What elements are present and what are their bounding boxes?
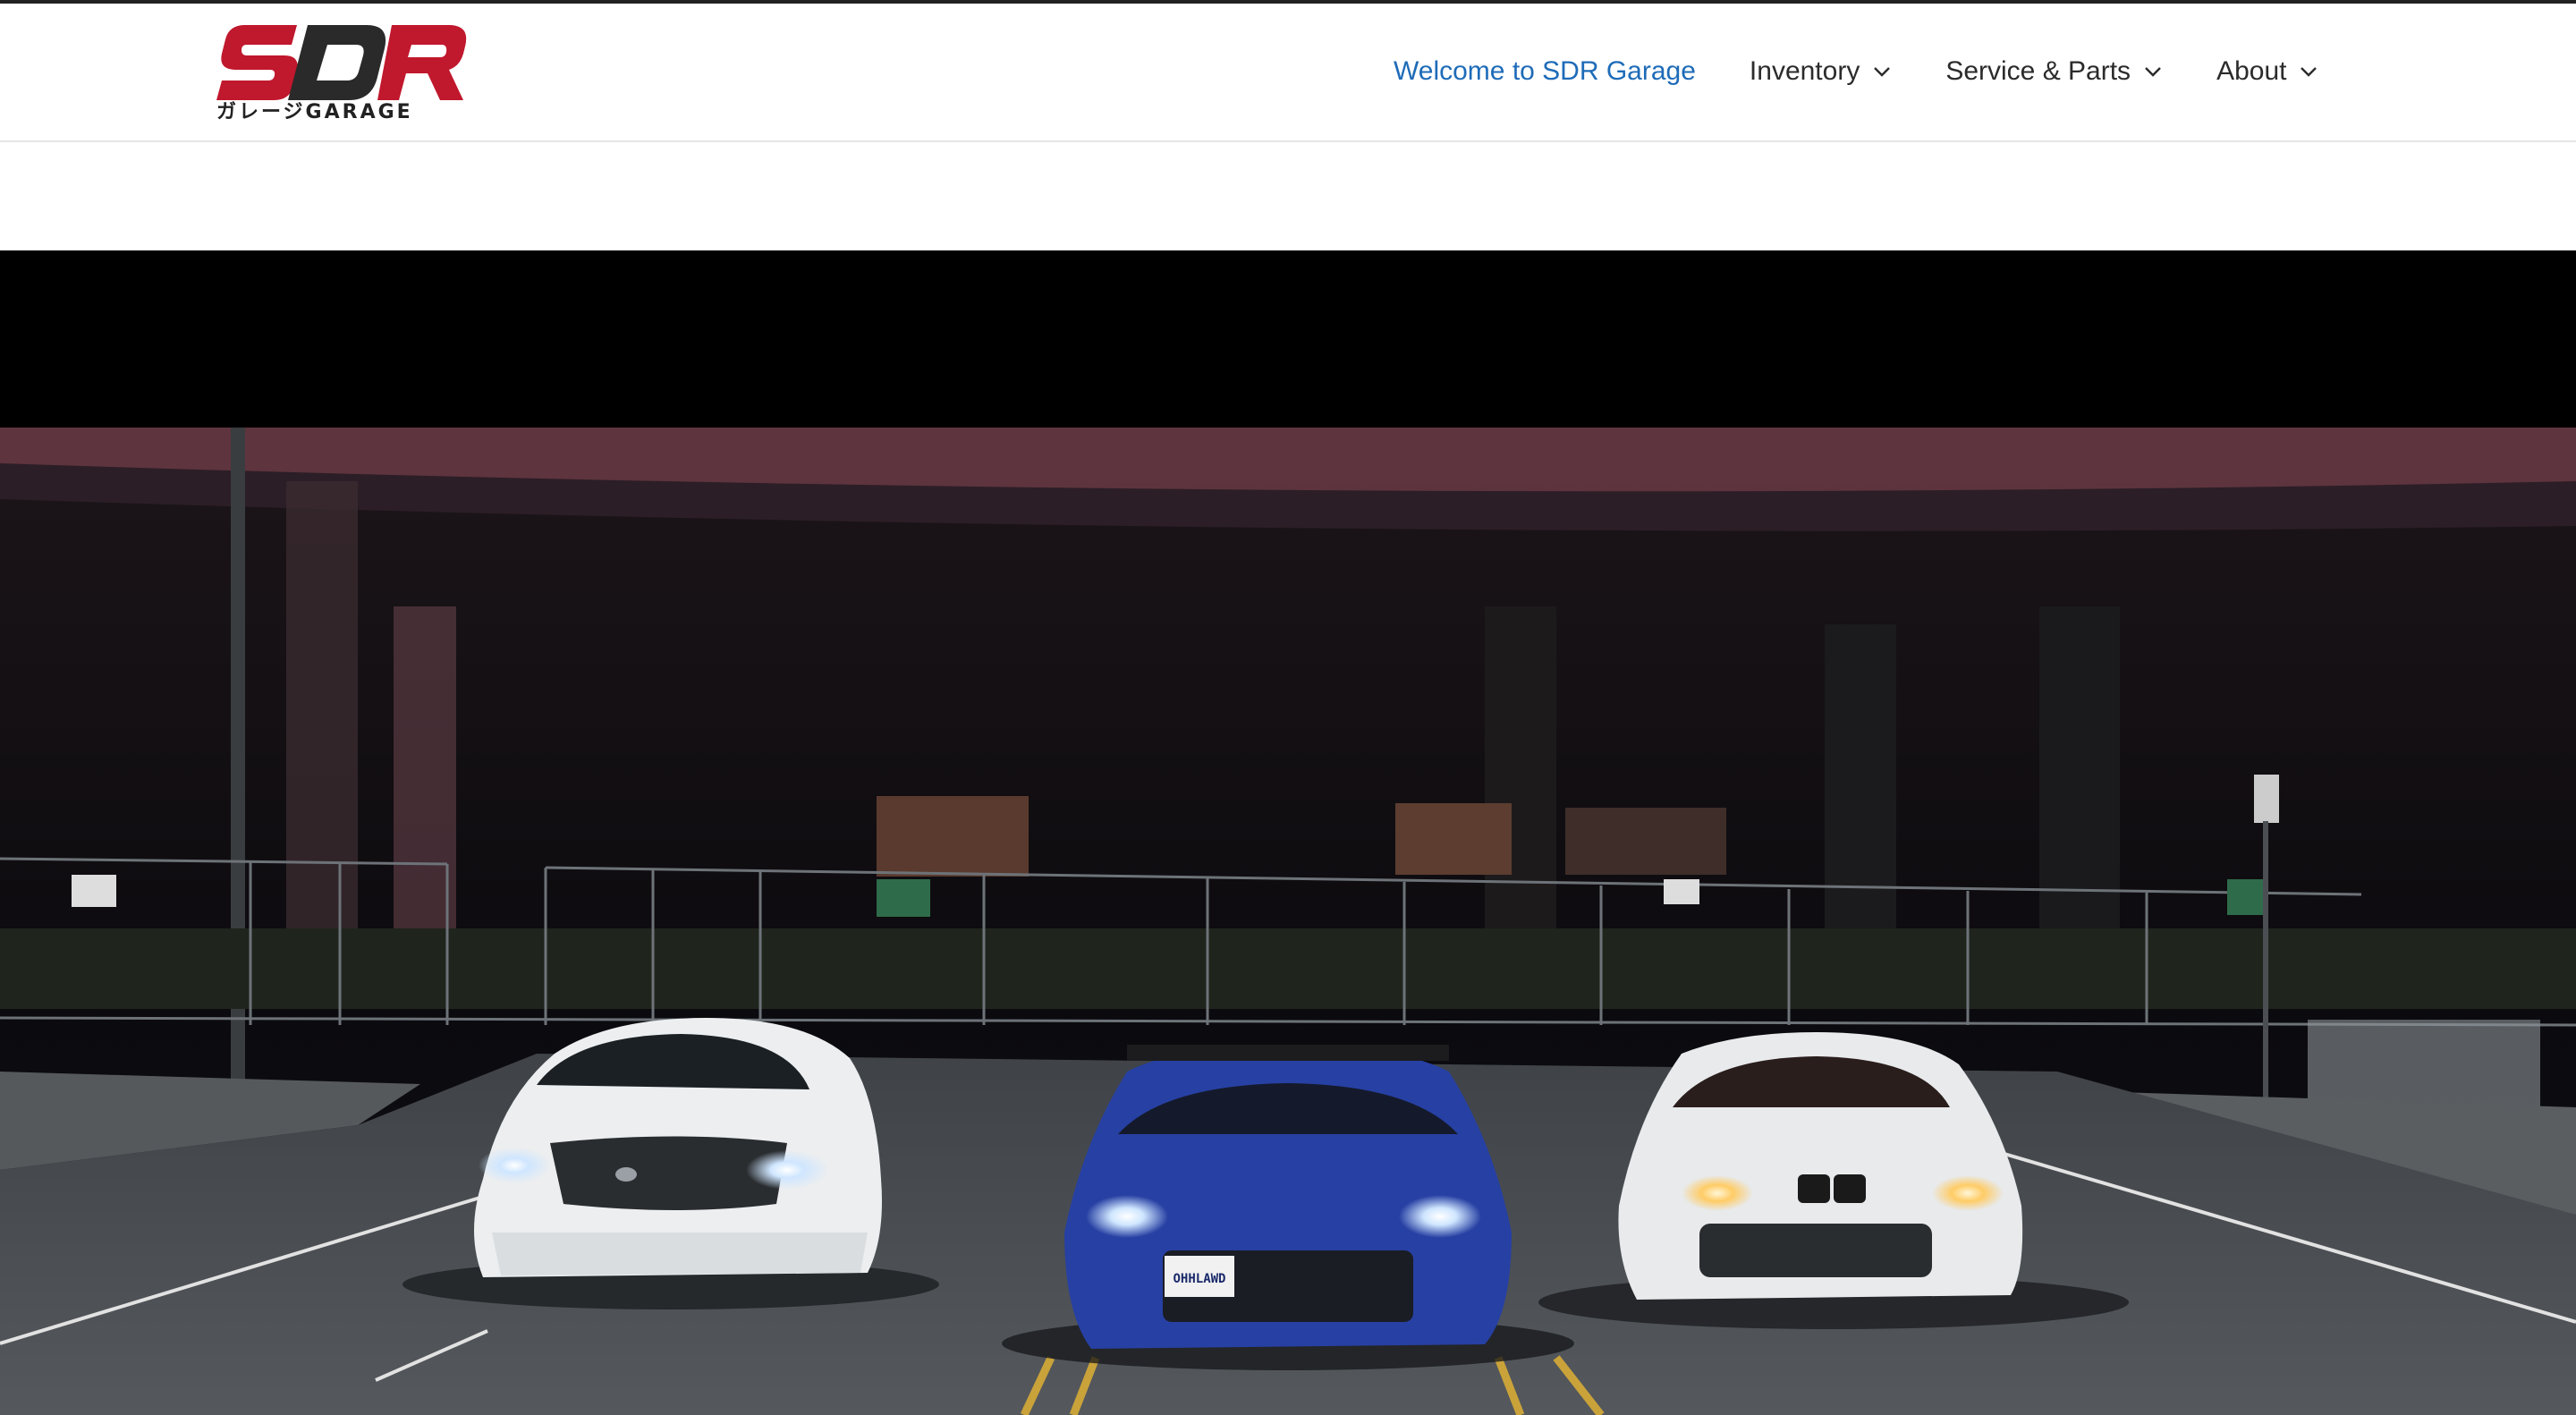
nav-welcome[interactable]: Welcome to SDR Garage bbox=[1394, 50, 1696, 93]
main-nav: Welcome to SDR Garage Inventory Service … bbox=[1394, 50, 2372, 93]
nav-service-parts-label: Service & Parts bbox=[1945, 56, 2131, 86]
chevron-down-icon bbox=[1874, 67, 1891, 77]
header-spacer bbox=[0, 142, 2576, 250]
license-plate: OHHLAWD bbox=[1173, 1272, 1225, 1286]
sdr-logo-image: ガレージGARAGE bbox=[216, 25, 467, 120]
logo-subtext: ガレージGARAGE bbox=[216, 101, 413, 120]
hero-video[interactable]: OHHLAWD bbox=[0, 250, 2576, 1415]
site-logo[interactable]: ガレージGARAGE bbox=[215, 20, 470, 120]
nav-inventory-label: Inventory bbox=[1749, 56, 1860, 86]
nav-service-parts[interactable]: Service & Parts bbox=[1945, 50, 2163, 93]
hero-image: OHHLAWD bbox=[0, 428, 2576, 1415]
site-header: ガレージGARAGE Welcome to SDR Garage Invento… bbox=[0, 4, 2576, 142]
nav-inventory[interactable]: Inventory bbox=[1750, 50, 1892, 93]
chevron-down-icon bbox=[2301, 67, 2318, 77]
chevron-down-icon bbox=[2145, 67, 2161, 77]
video-letterbox bbox=[0, 250, 2576, 428]
nav-welcome-label: Welcome to SDR Garage bbox=[1394, 56, 1696, 86]
nav-about-label: About bbox=[2216, 56, 2287, 86]
nav-about[interactable]: About bbox=[2216, 50, 2318, 93]
